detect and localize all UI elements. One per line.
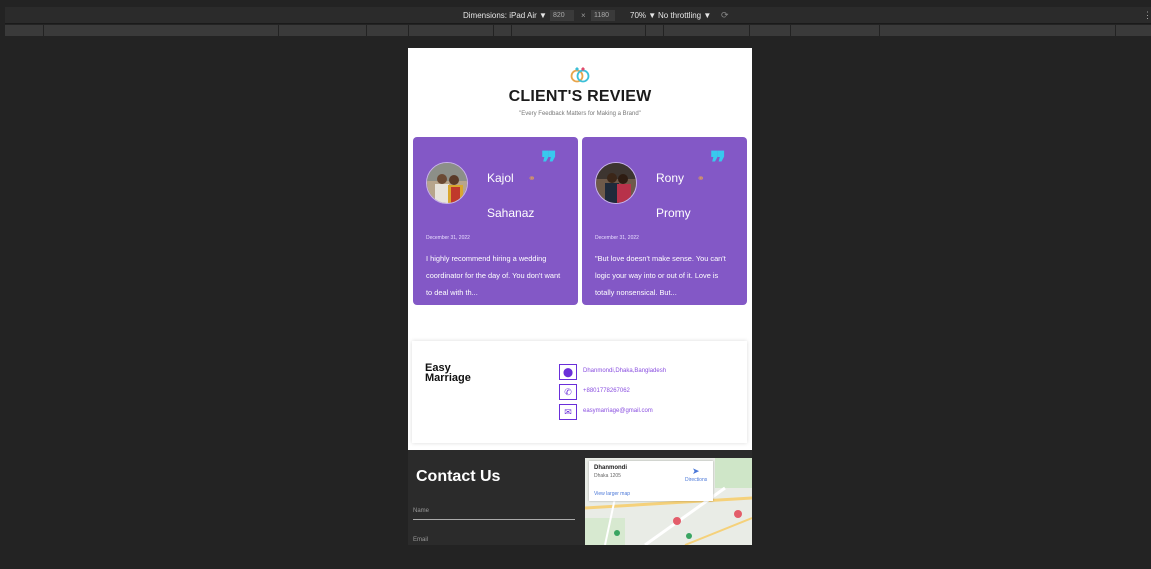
location-pin-icon: ⬤ — [559, 364, 577, 380]
directions-icon[interactable]: ➤ — [692, 466, 700, 477]
page-title: CLIENT'S REVIEW — [508, 88, 652, 105]
more-options-icon[interactable]: ⋮ — [1143, 10, 1151, 21]
review-date: December 31, 2022 — [595, 235, 639, 241]
directions-link[interactable]: Directions — [685, 477, 707, 483]
review-card[interactable]: ❞ Rony ⚭ Promy December 31, 2022 "But lo… — [582, 137, 747, 305]
review-text: "But love doesn't make sense. You can't … — [595, 254, 726, 297]
dimensions-separator: × — [581, 11, 586, 20]
contact-section: Contact Us Name Email Dhanmondi Dhaka 12… — [408, 450, 752, 545]
phone-link[interactable]: +8801778267062 — [583, 388, 630, 394]
email-input[interactable]: Email — [413, 537, 428, 543]
map-embed[interactable]: Dhanmondi Dhaka 1205 View larger map ➤ D… — [585, 458, 752, 545]
review-card[interactable]: ❞ Kajol ⚭ Sahanaz December 31, 2022 I hi… — [413, 137, 578, 305]
device-viewport: CLIENT'S REVIEW "Every Feedback Matters … — [408, 48, 752, 545]
contact-title: Contact Us — [416, 468, 501, 485]
rings-icon: ⚭ — [697, 173, 705, 183]
brand-line: Marriage — [425, 372, 471, 384]
map-area: Dhaka 1205 — [594, 473, 621, 479]
address-text: Dhanmondi,Dhaka,Bangladesh — [583, 368, 667, 374]
bride-name: Sahanaz — [487, 206, 535, 220]
wedding-rings-icon — [570, 67, 590, 83]
email-row: ✉ easymarriage@gmail.com — [559, 404, 739, 420]
map-info-card: Dhanmondi Dhaka 1205 View larger map ➤ D… — [589, 461, 713, 501]
footer-info-card: Easy Marriage ⬤ Dhanmondi,Dhaka,Banglade… — [412, 341, 747, 443]
rotate-icon[interactable]: ⟳ — [721, 10, 729, 21]
groom-name: Kajol — [487, 171, 514, 185]
avatar — [426, 162, 468, 204]
quote-icon: ❞ — [541, 146, 558, 181]
throttling-select[interactable]: No throttling ▼ — [658, 11, 711, 20]
device-dimensions-select[interactable]: Dimensions: iPad Air ▼ — [463, 11, 547, 20]
avatar — [595, 162, 637, 204]
input-underline — [413, 519, 575, 520]
address-row: ⬤ Dhanmondi,Dhaka,Bangladesh — [559, 364, 739, 380]
review-text: I highly recommend hiring a wedding coor… — [426, 254, 561, 297]
map-place: Dhanmondi — [594, 465, 627, 471]
name-input[interactable]: Name — [413, 508, 429, 514]
page-subtitle: "Every Feedback Matters for Making a Bra… — [519, 111, 641, 117]
viewport-width-input[interactable]: 820 — [550, 10, 574, 21]
bride-name: Promy — [656, 206, 691, 220]
quote-icon: ❞ — [710, 146, 727, 181]
rings-icon: ⚭ — [528, 173, 536, 183]
viewport-height-input[interactable]: 1180 — [591, 10, 615, 21]
zoom-select[interactable]: 70% ▼ — [630, 11, 656, 20]
phone-row: ✆ +8801778267062 — [559, 384, 739, 400]
groom-name: Rony — [656, 171, 685, 185]
review-date: December 31, 2022 — [426, 235, 470, 241]
devtools-toolbar: Dimensions: iPad Air ▼ 820 × 1180 70% ▼ … — [5, 7, 1151, 24]
phone-icon: ✆ — [559, 384, 577, 400]
email-link[interactable]: easymarriage@gmail.com — [583, 408, 653, 414]
larger-map-link[interactable]: View larger map — [594, 491, 630, 497]
media-query-ruler[interactable] — [5, 25, 1151, 36]
brand-logo[interactable]: Easy Marriage — [425, 363, 471, 384]
envelope-icon: ✉ — [559, 404, 577, 420]
